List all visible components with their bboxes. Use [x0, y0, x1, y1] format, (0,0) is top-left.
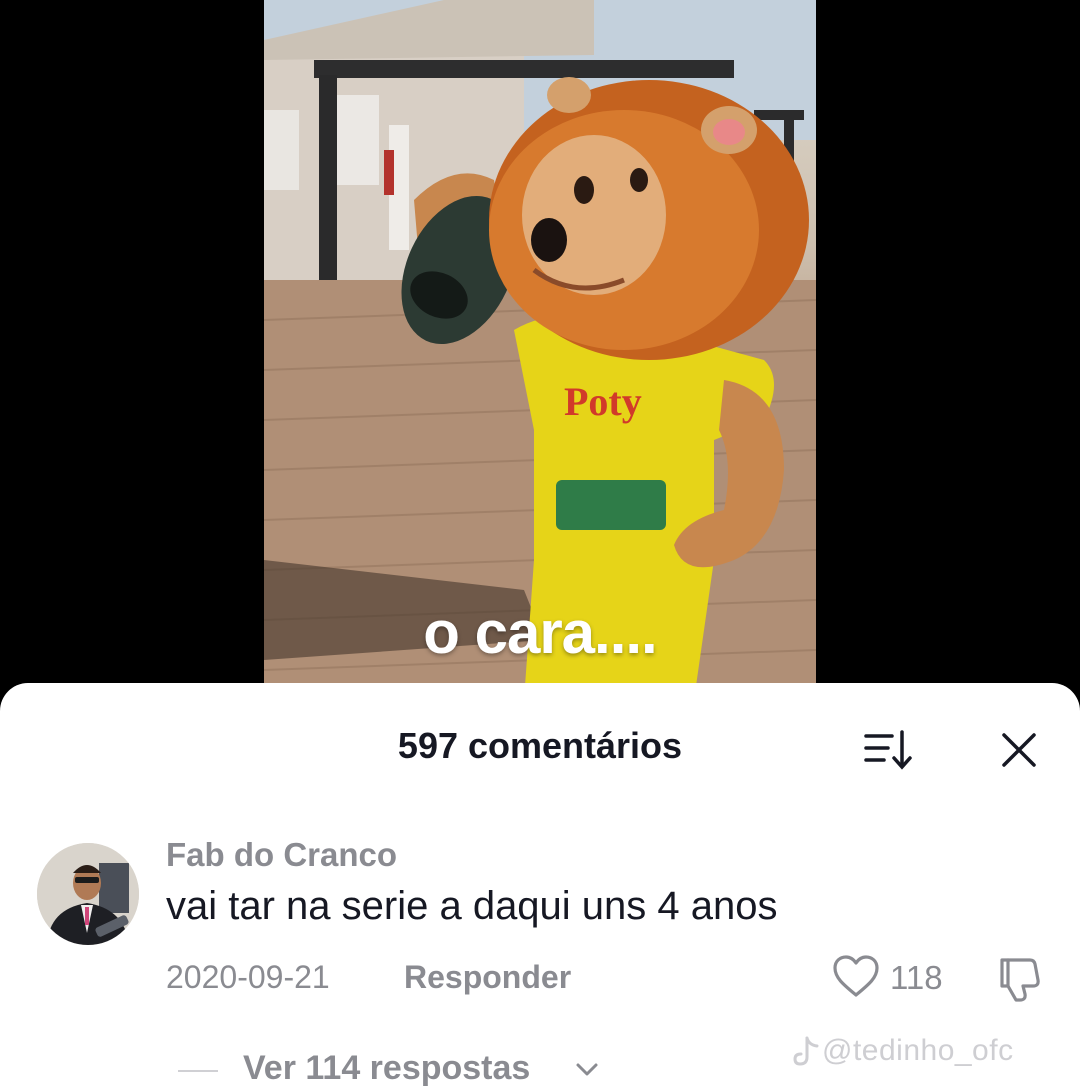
- dislike-icon[interactable]: [994, 954, 1044, 1004]
- comments-sheet: 597 comentários Fab do Cranco vai tar na…: [0, 683, 1080, 1092]
- comment-item: Fab do Cranco vai tar na serie a daqui u…: [0, 833, 1080, 1033]
- view-replies-button[interactable]: Ver 114 respostas: [243, 1049, 530, 1088]
- video-frame[interactable]: Poty o cara....: [264, 0, 816, 700]
- replies-divider: [178, 1070, 218, 1072]
- comment-date: 2020-09-21: [166, 959, 330, 995]
- avatar[interactable]: [37, 843, 139, 945]
- video-player[interactable]: Poty o cara....: [0, 0, 1080, 700]
- chevron-down-icon[interactable]: [572, 1055, 602, 1085]
- video-scene-image: Poty: [264, 0, 816, 700]
- comment-text: vai tar na serie a daqui uns 4 anos: [166, 884, 778, 928]
- tiktok-icon: [792, 1036, 820, 1068]
- comment-author[interactable]: Fab do Cranco: [166, 836, 397, 874]
- svg-text:Poty: Poty: [564, 379, 642, 424]
- like-count: 118: [890, 959, 943, 996]
- heart-icon: [832, 954, 880, 998]
- watermark: @tedinho_ofc: [792, 1032, 1062, 1072]
- comments-count-title: 597 comentários: [397, 725, 683, 766]
- sort-icon[interactable]: [862, 728, 914, 772]
- video-caption: o cara....: [423, 599, 657, 666]
- reply-button[interactable]: Responder: [404, 959, 571, 996]
- close-icon[interactable]: [996, 727, 1042, 773]
- watermark-handle: @tedinho_ofc: [822, 1034, 1014, 1067]
